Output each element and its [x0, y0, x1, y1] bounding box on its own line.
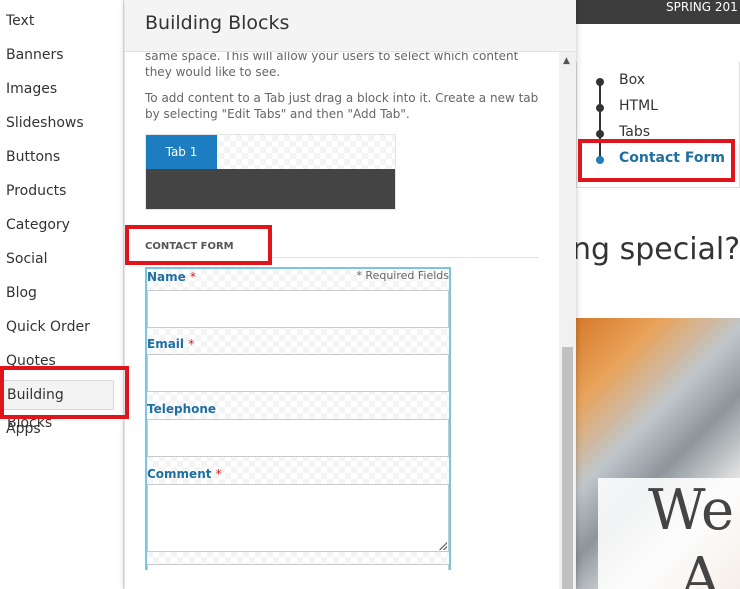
sidebar-item-blog[interactable]: Blog: [6, 281, 37, 305]
name-label: Name *: [147, 270, 196, 284]
block-item-html[interactable]: HTML: [619, 98, 658, 114]
contact-form-block[interactable]: Name * * Required Fields Email * Telepho…: [145, 267, 451, 570]
hero-text-line-1: We: [648, 478, 735, 543]
hero-image: We A: [576, 318, 740, 589]
bullet-icon: [596, 104, 604, 112]
comment-field[interactable]: [147, 484, 449, 552]
required-marker: *: [189, 270, 196, 284]
bullet-icon: [596, 156, 604, 164]
sidebar-item-category[interactable]: Category: [6, 213, 70, 237]
block-category-sidebar: Text Banners Images Slideshows Buttons P…: [0, 0, 124, 589]
resize-grip-icon[interactable]: [439, 542, 447, 550]
sidebar-item-building-blocks[interactable]: Building Blocks: [0, 380, 114, 431]
panel-body: same space. This will allow your users t…: [125, 52, 559, 589]
required-marker: *: [188, 337, 195, 351]
sidebar-item-buttons[interactable]: Buttons: [6, 145, 60, 169]
panel-scrollbar[interactable]: ▲: [559, 52, 576, 589]
tab-1[interactable]: Tab 1: [146, 135, 217, 169]
sidebar-item-quotes[interactable]: Quotes: [6, 349, 56, 373]
email-label: Email *: [147, 337, 195, 351]
telephone-label: Telephone: [147, 402, 217, 416]
sidebar-item-quick-order[interactable]: Quick Order: [6, 315, 90, 339]
sidebar-item-social[interactable]: Social: [6, 247, 48, 271]
name-field[interactable]: [147, 290, 449, 328]
panel-header: Building Blocks: [125, 0, 576, 52]
hero-text-line-2: A: [680, 546, 721, 589]
required-marker: *: [215, 467, 222, 481]
tabs-block-preview[interactable]: Tab 1: [145, 134, 396, 210]
scroll-thumb[interactable]: [562, 347, 573, 589]
sidebar-item-apps[interactable]: Apps: [6, 417, 41, 441]
sidebar-item-text[interactable]: Text: [6, 9, 34, 33]
sidebar-item-images[interactable]: Images: [6, 77, 57, 101]
page-preview: SPRING 201 Box HTML Tabs Contact Form ng…: [576, 0, 740, 589]
section-label-contact-form: CONTACT FORM: [145, 241, 234, 252]
email-field[interactable]: [147, 354, 449, 392]
panel-title: Building Blocks: [145, 12, 290, 34]
timeline-line: [599, 82, 601, 160]
tabs-instructions: To add content to a Tab just drag a bloc…: [145, 91, 539, 121]
comment-label: Comment *: [147, 467, 222, 481]
telephone-field[interactable]: [147, 419, 449, 457]
block-item-contact-form[interactable]: Contact Form: [619, 150, 725, 166]
sidebar-item-products[interactable]: Products: [6, 179, 66, 203]
building-block-list: Box HTML Tabs Contact Form: [576, 62, 740, 188]
submit-area: [147, 564, 449, 570]
tabs-description: same space. This will allow your users t…: [145, 52, 519, 79]
scroll-up-icon[interactable]: ▲: [563, 56, 570, 66]
bullet-icon: [596, 130, 604, 138]
required-fields-note: * Required Fields: [356, 269, 449, 282]
preview-heading: ng special?: [576, 232, 740, 267]
promo-topbar: SPRING 201: [576, 0, 740, 24]
section-divider: [271, 257, 539, 258]
block-item-tabs[interactable]: Tabs: [619, 124, 650, 140]
building-blocks-panel: Building Blocks same space. This will al…: [125, 0, 576, 589]
block-item-box[interactable]: Box: [619, 72, 645, 88]
bullet-icon: [596, 78, 604, 86]
sidebar-item-banners[interactable]: Banners: [6, 43, 64, 67]
tab-content-area: [146, 169, 395, 209]
sidebar-item-slideshows[interactable]: Slideshows: [6, 111, 84, 135]
